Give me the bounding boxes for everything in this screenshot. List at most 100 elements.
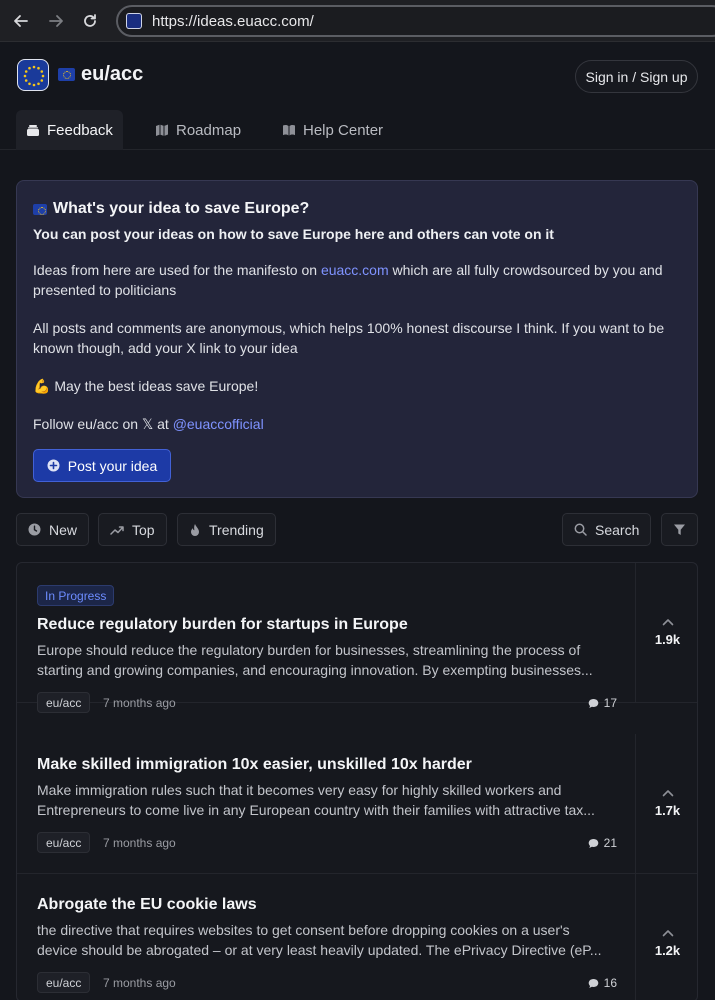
info-paragraph-manifesto: Ideas from here are used for the manifes…: [33, 260, 681, 300]
info-subtitle: You can post your ideas on how to save E…: [33, 226, 554, 242]
tab-label: Roadmap: [176, 121, 242, 139]
back-button[interactable]: [9, 9, 33, 33]
nav-tabs: Feedback Roadmap Help Center: [0, 110, 715, 150]
info-title-text: What's your idea to save Europe?: [53, 200, 310, 217]
flame-icon: [191, 523, 199, 536]
comment-icon: [588, 978, 598, 988]
post-title[interactable]: Make skilled immigration 10x easier, uns…: [37, 756, 472, 774]
post-title[interactable]: Abrogate the EU cookie laws: [37, 896, 257, 914]
post-time: 7 months ago: [103, 976, 176, 990]
info-title: What's your idea to save Europe?: [33, 200, 681, 218]
post-tag: eu/acc: [37, 832, 91, 853]
info-paragraph-anonymous: All posts and comments are anonymous, wh…: [33, 320, 665, 356]
filter-top-button[interactable]: Top: [98, 513, 167, 546]
post-item[interactable]: In Progress Reduce regulatory burden for…: [17, 563, 697, 713]
post-item[interactable]: Make skilled immigration 10x easier, uns…: [17, 734, 697, 874]
site-logo[interactable]: [17, 59, 49, 91]
post-description-line: Make immigration rules such that it beco…: [37, 782, 562, 798]
posts-list: In Progress Reduce regulatory burden for…: [16, 562, 698, 1000]
address-bar[interactable]: https://ideas.euacc.com/: [116, 5, 715, 37]
eu-flag-icon: [58, 68, 75, 81]
eu-stars-icon: [23, 65, 45, 87]
upvote-button[interactable]: 1.7k: [635, 734, 697, 873]
info-text: Follow eu/acc on 𝕏 at: [33, 416, 173, 432]
post-item[interactable]: Abrogate the EU cookie laws the directiv…: [17, 874, 697, 1000]
euacc-link[interactable]: euacc.com: [321, 262, 389, 278]
post-content[interactable]: Make skilled immigration 10x easier, uns…: [17, 734, 635, 873]
browser-toolbar: https://ideas.euacc.com/: [0, 0, 715, 42]
filter-funnel-button[interactable]: [661, 513, 698, 546]
comment-icon: [588, 698, 598, 708]
comment-count-value: 21: [603, 836, 617, 850]
info-card: What's your idea to save Europe? You can…: [16, 180, 698, 498]
post-description: the directive that requires websites to …: [37, 920, 617, 960]
vote-count: 1.9k: [654, 632, 681, 647]
post-description-line: starting and growing companies, and enco…: [37, 662, 593, 678]
post-description: Make immigration rules such that it beco…: [37, 780, 617, 820]
comment-count: 21: [588, 836, 617, 850]
upvote-button[interactable]: 1.2k: [635, 874, 697, 1000]
info-paragraph-motto: 💪 May the best ideas save Europe!: [33, 378, 259, 394]
plus-circle-icon: [47, 459, 60, 472]
book-icon: [283, 124, 295, 136]
comment-icon: [588, 838, 598, 848]
chevron-up-icon: [662, 930, 673, 937]
post-title[interactable]: Reduce regulatory burden for startups in…: [37, 616, 408, 634]
vote-count: 1.2k: [654, 943, 681, 958]
comment-count-value: 17: [603, 696, 617, 710]
brand-name[interactable]: eu/acc: [58, 63, 143, 86]
post-description-line: Entrepreneurs to come live in any Europe…: [37, 802, 595, 818]
comment-count: 16: [588, 976, 617, 990]
arrow-right-icon: [49, 15, 63, 27]
chevron-up-icon: [662, 619, 673, 626]
tab-label: Help Center: [303, 121, 384, 139]
info-paragraph-follow: Follow eu/acc on 𝕏 at @euaccofficial: [33, 414, 681, 434]
chevron-up-icon: [662, 790, 673, 797]
post-description-line: device should be abrogated – or at very …: [37, 942, 602, 958]
tab-help-center[interactable]: Help Center: [272, 110, 393, 150]
sign-in-button[interactable]: Sign in / Sign up: [575, 60, 698, 93]
funnel-icon: [674, 524, 685, 535]
filter-trending-button[interactable]: Trending: [177, 513, 276, 546]
tab-roadmap[interactable]: Roadmap: [145, 110, 251, 150]
trending-up-icon: [110, 525, 124, 535]
clock-icon: [28, 523, 41, 536]
comment-count-value: 16: [603, 976, 617, 990]
filter-new-label: New: [49, 521, 78, 538]
post-description-line: the directive that requires websites to …: [37, 922, 570, 938]
url-text: https://ideas.euacc.com/: [152, 13, 314, 30]
brand-label: eu/acc: [81, 63, 144, 85]
reload-icon: [84, 14, 96, 27]
tab-label: Feedback: [47, 121, 113, 139]
arrow-left-icon: [14, 15, 28, 27]
inbox-icon: [27, 125, 39, 136]
site-favicon-icon: [126, 13, 142, 29]
reload-button[interactable]: [78, 9, 102, 33]
forward-button[interactable]: [44, 9, 68, 33]
post-time: 7 months ago: [103, 696, 176, 710]
filter-trending-label: Trending: [209, 521, 264, 538]
status-badge: In Progress: [37, 585, 115, 606]
post-content[interactable]: In Progress Reduce regulatory burden for…: [17, 563, 635, 713]
upvote-button[interactable]: 1.9k: [635, 563, 697, 702]
search-label: Search: [595, 521, 640, 538]
post-tag: eu/acc: [37, 692, 91, 713]
post-description-line: Europe should reduce the regulatory burd…: [37, 642, 581, 658]
vote-count: 1.7k: [654, 803, 681, 818]
search-button[interactable]: Search: [562, 513, 652, 546]
post-idea-button[interactable]: Post your idea: [33, 449, 171, 482]
tab-feedback[interactable]: Feedback: [16, 110, 123, 150]
search-icon: [574, 523, 587, 536]
post-tag: eu/acc: [37, 972, 91, 993]
map-icon: [156, 124, 168, 136]
post-description: Europe should reduce the regulatory burd…: [37, 640, 617, 680]
info-text: Ideas from here are used for the manifes…: [33, 262, 321, 278]
eu-flag-icon: [33, 203, 47, 215]
filter-top-label: Top: [132, 521, 155, 538]
post-time: 7 months ago: [103, 836, 176, 850]
x-account-link[interactable]: @euaccofficial: [173, 416, 264, 432]
post-content[interactable]: Abrogate the EU cookie laws the directiv…: [17, 874, 635, 1000]
post-idea-label: Post your idea: [67, 457, 158, 474]
comment-count: 17: [588, 696, 617, 710]
filter-new-button[interactable]: New: [16, 513, 90, 546]
